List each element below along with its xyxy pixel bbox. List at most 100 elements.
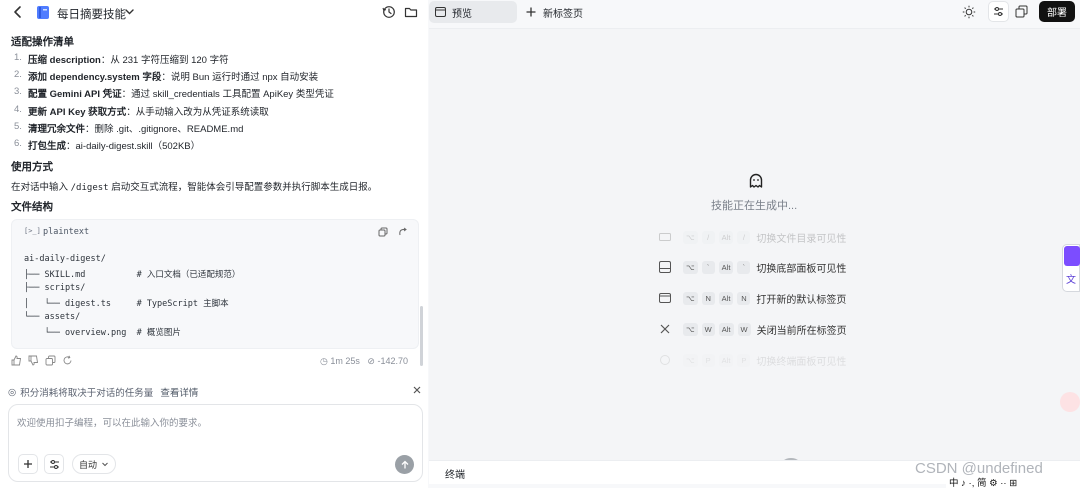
shortcut-row: ⌥ P Alt P 切换终端面板可见性 xyxy=(659,352,846,368)
list-item-desc: ：说明 Bun 运行时通过 npx 自动安装 xyxy=(161,72,319,84)
shortcut-row: ⌥ W Alt W 关闭当前所在标签页 xyxy=(659,321,847,337)
terminal-tab[interactable]: 终端 xyxy=(445,466,465,481)
shortcut-row: ⌥ ` Alt ` 切换底部面板可见性 xyxy=(659,259,846,275)
new-tab-button[interactable]: 新标签页 xyxy=(526,1,583,23)
circle-icon xyxy=(659,354,671,366)
deploy-button[interactable]: 部署 xyxy=(1039,1,1075,22)
generating-status: 技能正在生成中... xyxy=(711,200,798,212)
coin-icon: ◎ xyxy=(8,386,17,398)
terminal-icon: [>_] xyxy=(24,227,41,235)
tab-bar: 预览 新标签页 部署 xyxy=(428,0,1080,28)
regenerate-icon[interactable] xyxy=(62,355,73,366)
folder-icon[interactable] xyxy=(404,5,418,19)
shortcut-key: Alt xyxy=(718,322,734,336)
code-line: │ └── digest.ts # TypeScript 主脚本 xyxy=(24,299,229,310)
list-number: 2. xyxy=(14,69,22,81)
prompt-input[interactable] xyxy=(17,415,412,439)
back-arrow-icon[interactable] xyxy=(10,4,26,20)
list-item-desc: ：从 231 字符压缩到 120 字符 xyxy=(100,55,229,66)
code-line: ├── SKILL.md # 入口文档（已适配规范） xyxy=(24,270,241,281)
credits-notice: ◎ 积分消耗将取决于对话的任务量 查看详情 xyxy=(8,385,198,400)
code-block: [>_] plaintext ai-daily-digest/ ├── SKILL… xyxy=(11,219,419,349)
list-number: 1. xyxy=(14,52,22,63)
notice-text: 积分消耗将取决于对话的任务量 xyxy=(20,388,154,399)
message-actions xyxy=(11,355,73,367)
code-line: ai-daily-digest/ xyxy=(24,254,106,264)
ghost-icon xyxy=(747,172,765,190)
preview-pane: 预览 新标签页 部署 技能正在生成中... ⌥ / Alt / 切换文件目录可见… xyxy=(428,0,1080,488)
project-book-icon xyxy=(36,5,50,20)
adapt-list-item: 4. 更新 API Key 获取方式 ：从手动输入改为从凭证系统读取 xyxy=(14,104,334,121)
list-number: 6. xyxy=(14,137,22,149)
copy-message-icon[interactable] xyxy=(45,355,56,366)
ime-toolbar-text: 中 ♪ ·, 简 ⚙ ·· ⊞ xyxy=(949,477,1018,488)
adapt-list: 1. 压缩 description ：从 231 字符压缩到 120 字符 2. 添加 … xyxy=(14,52,334,155)
wrap-text-icon[interactable] xyxy=(398,227,408,237)
adapt-list-item: 6. 打包生成 ：ai-daily-digest.skill（502KB） xyxy=(14,138,334,155)
list-item-desc: ：ai-daily-digest.skill（502KB） xyxy=(66,140,201,152)
adapt-list-item: 2. 添加 dependency.system 字段 ：说明 Bun 运行时通过 n… xyxy=(14,69,334,86)
shortcut-key: / xyxy=(701,230,715,244)
chat-scrollbar[interactable] xyxy=(420,306,423,366)
shortcut-key: ⌥ xyxy=(683,260,698,274)
shortcut-key: N xyxy=(737,291,751,305)
shortcut-key: Alt xyxy=(718,353,734,367)
code-line: ├── scripts/ xyxy=(24,282,86,293)
thumbs-up-icon[interactable] xyxy=(11,355,22,366)
usage-text: 在对话中输入 /digest 启动交互式流程，智能体会引导配置参数并执行脚本生成… xyxy=(11,179,377,193)
theme-sun-icon[interactable] xyxy=(962,5,976,19)
shortcut-desc: 切换文件目录可见性 xyxy=(756,233,847,245)
send-button[interactable] xyxy=(395,455,414,474)
mode-select[interactable]: 自动 xyxy=(72,454,117,474)
list-item-title: 更新 API Key 获取方式 xyxy=(28,106,127,118)
chevron-down-icon[interactable] xyxy=(124,6,135,17)
chevron-down-icon xyxy=(102,462,108,467)
list-item-title: 配置 Gemini API 凭证 xyxy=(28,89,122,101)
close-icon[interactable] xyxy=(412,385,422,395)
add-attachment-button[interactable] xyxy=(18,454,38,474)
browser-tab-icon xyxy=(659,292,671,304)
history-icon[interactable] xyxy=(382,5,396,19)
shortcut-key: W xyxy=(737,322,751,336)
project-title[interactable]: 每日摘要技能 xyxy=(57,6,126,22)
list-number: 4. xyxy=(14,103,22,115)
mode-select-value: 自动 xyxy=(79,459,98,470)
chat-pane: 每日摘要技能 适配操作清单 1. 压缩 description ：从 231 字符压… xyxy=(0,0,428,488)
section-title-files: 文件结构 xyxy=(11,201,53,213)
floating-assistant-icon[interactable] xyxy=(1060,392,1080,412)
code-language-label: plaintext xyxy=(43,227,90,237)
code-line: └── overview.png # 概览图片 xyxy=(24,327,181,338)
code-line: └── assets/ xyxy=(24,311,81,322)
shortcut-key: / xyxy=(737,230,751,244)
extension-purple-icon[interactable] xyxy=(1064,246,1080,266)
notice-details-link[interactable]: 查看详情 xyxy=(160,385,198,399)
shortcut-key: N xyxy=(701,291,715,305)
settings-sliders-button[interactable] xyxy=(44,454,64,474)
app-window: 每日摘要技能 适配操作清单 1. 压缩 description ：从 231 字符压… xyxy=(0,0,1080,488)
credits-icon: ⊘ xyxy=(367,356,375,366)
adapt-list-item: 3. 配置 Gemini API 凭证 ：通过 skill_credentials … xyxy=(14,86,334,103)
extension-label[interactable]: 文 xyxy=(1066,271,1076,286)
list-number: 3. xyxy=(14,86,22,98)
shortcut-key: W xyxy=(701,322,715,336)
shortcut-desc: 切换终端面板可见性 xyxy=(756,356,847,368)
thumbs-down-icon[interactable] xyxy=(28,355,39,366)
list-item-title: 添加 dependency.system 字段 xyxy=(28,72,162,84)
prompt-input-box: 自动 xyxy=(8,404,423,482)
duplicate-icon[interactable] xyxy=(1013,3,1029,19)
tab-preview[interactable]: 预览 xyxy=(429,1,517,23)
config-sliders-button[interactable] xyxy=(988,1,1009,22)
code-lines: ai-daily-digest/ ├── SKILL.md # 入口文档（已适配规… xyxy=(24,254,240,340)
ime-toolbar[interactable]: 中 ♪ ·, 简 ⚙ ·· ⊞ xyxy=(946,475,1080,488)
shortcut-desc: 关闭当前所在标签页 xyxy=(756,325,847,337)
close-x-icon xyxy=(659,323,671,335)
shortcut-key: P xyxy=(737,353,751,367)
side-extension-widget[interactable]: 文 xyxy=(1062,244,1080,292)
shortcut-key: ⌥ xyxy=(683,353,698,367)
shortcut-row: ⌥ N Alt N 打开新的默认标签页 xyxy=(659,290,846,306)
list-item-title: 打包生成 xyxy=(28,140,67,152)
list-number: 5. xyxy=(14,120,22,132)
shortcut-desc: 切换底部面板可见性 xyxy=(756,263,847,275)
code-block-header: [>_] plaintext xyxy=(12,220,418,244)
copy-icon[interactable] xyxy=(378,227,388,237)
